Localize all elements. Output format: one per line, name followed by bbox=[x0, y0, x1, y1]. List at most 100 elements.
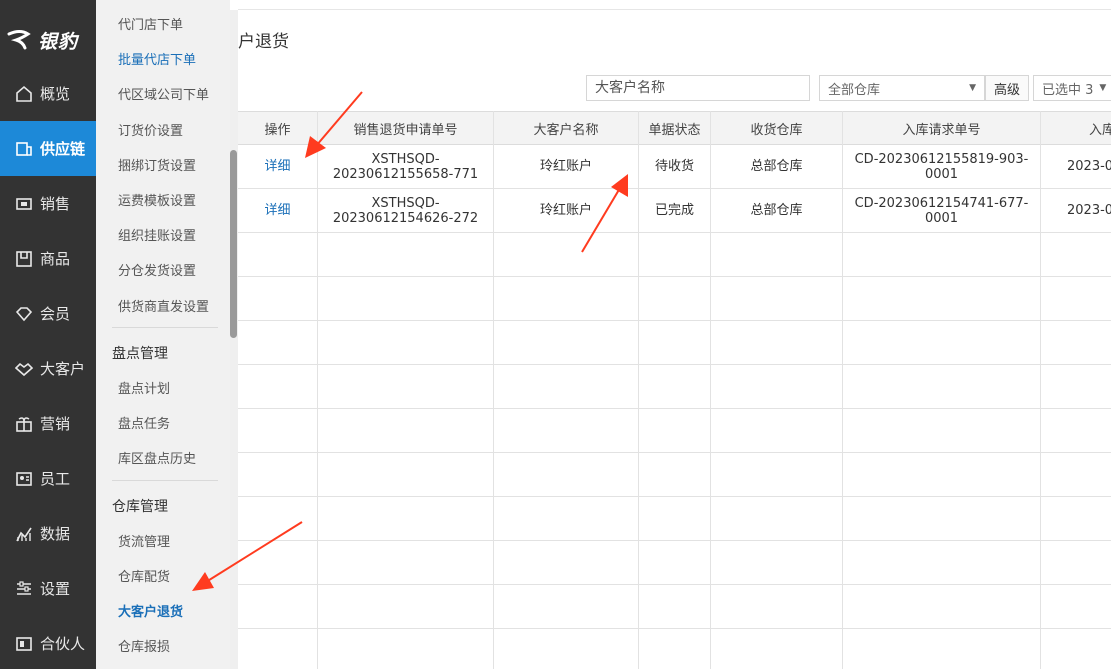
partner-icon bbox=[14, 634, 34, 654]
header-action: 操作 bbox=[264, 122, 291, 138]
header-warehouse[interactable]: 收货仓库 bbox=[711, 111, 842, 145]
submenu-divider bbox=[112, 327, 218, 328]
home-icon bbox=[14, 84, 34, 104]
submenu-item[interactable]: 库区盘点历史 bbox=[118, 448, 196, 467]
goods-icon bbox=[14, 249, 34, 269]
nav-item-data[interactable]: 数据 bbox=[0, 506, 96, 561]
sales-icon bbox=[14, 194, 34, 214]
nav-item-label: 营销 bbox=[40, 415, 71, 433]
submenu-item[interactable]: 供货商直发设置 bbox=[118, 296, 209, 315]
app-root: 银豹 概览 供应链 销售 商品 会员 大客户 营销 员工 数据 设置 合伙人 代… bbox=[0, 0, 1111, 669]
row-divider bbox=[238, 408, 1111, 409]
header-inbound-date[interactable]: 入库 bbox=[1041, 111, 1111, 145]
page-title: 户退货 bbox=[238, 32, 289, 52]
table-row-1-status: 待收货 bbox=[654, 159, 694, 174]
header-return-order-no[interactable]: 销售退货申请单号 bbox=[318, 111, 493, 145]
logo: 银豹 bbox=[0, 18, 96, 62]
order-no-line2: 20230612155658-771 bbox=[332, 166, 479, 182]
row-divider bbox=[238, 232, 1111, 233]
submenu-item[interactable]: 捆绑订货设置 bbox=[118, 155, 196, 174]
submenu-item[interactable]: 分仓发货设置 bbox=[118, 260, 196, 279]
advanced-button[interactable]: 高级 bbox=[985, 75, 1029, 101]
header-inbound-no[interactable]: 入库请求单号 bbox=[843, 111, 1040, 145]
nav-item-goods[interactable]: 商品 bbox=[0, 231, 96, 286]
table-row-2-date: 2023-06 bbox=[1067, 203, 1111, 218]
nav-item-partner[interactable]: 合伙人 bbox=[0, 616, 96, 669]
nav-item-marketing[interactable]: 营销 bbox=[0, 396, 96, 451]
handshake-icon bbox=[14, 359, 34, 379]
data-chart-icon bbox=[14, 524, 34, 544]
submenu-item[interactable]: 批量代店下单 bbox=[118, 49, 196, 68]
submenu-item[interactable]: 盘点任务 bbox=[118, 413, 170, 432]
header-customer-name[interactable]: 大客户名称 bbox=[494, 111, 638, 145]
table-row-1-customer: 玲红账户 bbox=[539, 159, 592, 174]
table-row-2-order-no: XSTHSQD- 20230612154626-272 bbox=[318, 189, 493, 232]
detail-link[interactable]: 详细 bbox=[264, 159, 290, 174]
order-no-line1: XSTHSQD- bbox=[371, 151, 440, 167]
submenu-item[interactable]: 代门店下单 bbox=[118, 14, 183, 33]
header-status[interactable]: 单据状态 bbox=[639, 111, 710, 145]
table-row-2-status: 已完成 bbox=[654, 203, 694, 218]
row-divider bbox=[238, 584, 1111, 585]
table-row-2-inbound-no: CD-20230612154741-677-0001 bbox=[854, 195, 1029, 226]
table-row-1-warehouse: 总部仓库 bbox=[750, 159, 803, 174]
submenu-group-warehouse: 仓库管理 bbox=[112, 499, 168, 515]
table-row-1-inbound-no: CD-20230612155819-903-0001 bbox=[854, 151, 1029, 182]
table-row-1-order-no: XSTHSQD- 20230612155658-771 bbox=[318, 145, 493, 188]
submenu-item[interactable]: 货流管理 bbox=[118, 531, 170, 550]
submenu-item[interactable]: 盘点计划 bbox=[118, 378, 170, 397]
submenu-item[interactable]: 订货价设置 bbox=[118, 120, 183, 139]
submenu-item[interactable]: 仓库配货 bbox=[118, 566, 170, 585]
order-no-line1: XSTHSQD- bbox=[371, 195, 440, 211]
order-no-line2: 20230612154626-272 bbox=[332, 210, 479, 226]
top-divider bbox=[238, 9, 1111, 10]
logo-icon bbox=[7, 30, 31, 50]
warehouse-select[interactable]: 全部仓库 ▼ bbox=[819, 75, 985, 101]
marketing-icon bbox=[14, 414, 34, 434]
nav-item-label: 商品 bbox=[40, 250, 71, 268]
nav-item-overview[interactable]: 概览 bbox=[0, 66, 96, 121]
row-divider bbox=[238, 276, 1111, 277]
nav-item-label: 会员 bbox=[40, 305, 71, 323]
member-icon bbox=[14, 304, 34, 324]
caret-down-icon: ▼ bbox=[969, 83, 976, 93]
table-row-2-warehouse: 总部仓库 bbox=[750, 203, 803, 218]
nav-item-member[interactable]: 会员 bbox=[0, 286, 96, 341]
nav-item-label: 设置 bbox=[40, 580, 71, 598]
row-divider bbox=[238, 540, 1111, 541]
table-row-1-date: 2023-06 bbox=[1067, 159, 1111, 174]
settings-sliders-icon bbox=[14, 579, 34, 599]
nav-item-key-customer[interactable]: 大客户 bbox=[0, 341, 96, 396]
submenu-item-active[interactable]: 大客户退货 bbox=[118, 601, 183, 620]
nav-item-label: 数据 bbox=[40, 525, 71, 543]
row-divider bbox=[238, 364, 1111, 365]
warehouse-select-value: 全部仓库 bbox=[828, 82, 881, 98]
nav-item-settings[interactable]: 设置 bbox=[0, 561, 96, 616]
row-divider bbox=[238, 628, 1111, 629]
detail-link[interactable]: 详细 bbox=[264, 203, 290, 218]
nav-item-label: 供应链 bbox=[40, 140, 86, 158]
nav-item-label: 销售 bbox=[40, 195, 71, 213]
submenu-scrollbar-thumb[interactable] bbox=[230, 150, 237, 338]
submenu-item[interactable]: 组织挂账设置 bbox=[118, 225, 196, 244]
submenu-scrollbar-track[interactable] bbox=[230, 10, 238, 669]
return-orders-table: 操作 销售退货申请单号 大客户名称 单据状态 收货仓库 入库请求单号 入库 详细… bbox=[238, 111, 1111, 669]
nav-item-label: 概览 bbox=[40, 85, 71, 103]
nav-item-label: 大客户 bbox=[40, 360, 86, 378]
submenu-item[interactable]: 运费模板设置 bbox=[118, 190, 196, 209]
table-row-1-action: 详细 bbox=[238, 145, 317, 188]
nav-item-label: 合伙人 bbox=[40, 635, 86, 653]
logo-text: 银豹 bbox=[38, 30, 79, 53]
nav-item-employee[interactable]: 员工 bbox=[0, 451, 96, 506]
employee-icon bbox=[14, 469, 34, 489]
caret-down-icon: ▼ bbox=[1099, 83, 1107, 93]
submenu-item[interactable]: 仓库报损 bbox=[118, 636, 170, 655]
column-select[interactable]: 已选中 3 ▼ bbox=[1033, 75, 1111, 101]
main-nav: 银豹 概览 供应链 销售 商品 会员 大客户 营销 员工 数据 设置 合伙人 bbox=[0, 0, 96, 669]
nav-item-sales[interactable]: 销售 bbox=[0, 176, 96, 231]
nav-item-supply-chain[interactable]: 供应链 bbox=[0, 121, 96, 176]
customer-name-search-input[interactable] bbox=[586, 75, 810, 101]
submenu-divider bbox=[112, 480, 218, 481]
submenu-item[interactable]: 代区域公司下单 bbox=[118, 84, 209, 103]
supply-chain-icon bbox=[14, 139, 34, 159]
